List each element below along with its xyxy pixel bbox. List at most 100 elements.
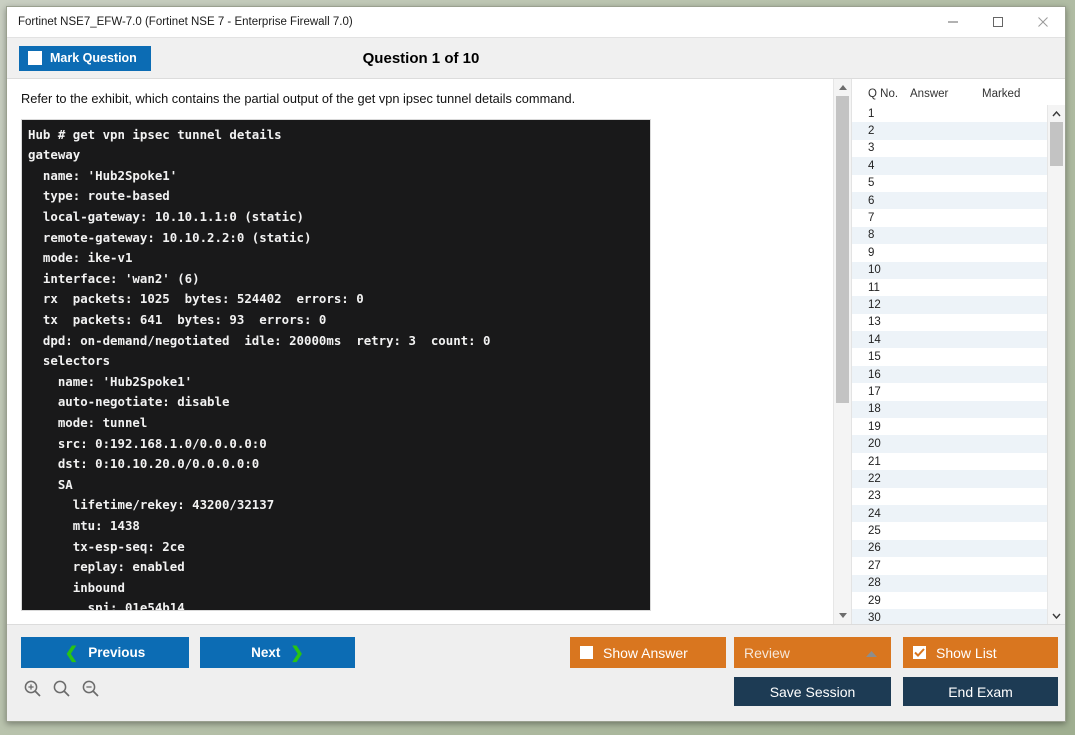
end-exam-label: End Exam (948, 684, 1013, 700)
table-row[interactable]: 28 (852, 575, 1047, 592)
cell-qno: 1 (852, 108, 909, 120)
scroll-down-button[interactable] (834, 607, 851, 624)
table-row[interactable]: 24 (852, 505, 1047, 522)
minimize-icon (947, 16, 959, 28)
table-row[interactable]: 4 (852, 157, 1047, 174)
cell-qno: 27 (852, 560, 909, 572)
cell-qno: 4 (852, 160, 909, 172)
close-button[interactable] (1020, 7, 1065, 37)
end-exam-button[interactable]: End Exam (903, 677, 1058, 706)
maximize-icon (992, 16, 1004, 28)
terminal-output: Hub # get vpn ipsec tunnel details gatew… (28, 125, 650, 611)
table-row[interactable]: 21 (852, 453, 1047, 470)
window-controls (930, 7, 1065, 37)
table-row[interactable]: 2 (852, 122, 1047, 139)
table-row[interactable]: 27 (852, 557, 1047, 574)
table-row[interactable]: 17 (852, 383, 1047, 400)
column-header-answer: Answer (910, 88, 982, 100)
footer-toolbar: ❮ Previous Next ❯ (7, 624, 1065, 721)
table-row[interactable]: 1 (852, 105, 1047, 122)
table-row[interactable]: 29 (852, 592, 1047, 609)
question-text: Refer to the exhibit, which contains the… (7, 79, 833, 108)
cell-qno: 7 (852, 212, 909, 224)
question-list-header: Q No. Answer Marked (852, 79, 1065, 105)
zoom-in-icon[interactable] (23, 679, 42, 703)
scroll-thumb[interactable] (836, 96, 849, 403)
zoom-tools (23, 679, 100, 703)
scroll-up-button[interactable] (834, 79, 851, 96)
table-row[interactable]: 13 (852, 314, 1047, 331)
cell-qno: 23 (852, 490, 909, 502)
table-row[interactable]: 23 (852, 488, 1047, 505)
cell-qno: 13 (852, 316, 909, 328)
column-header-marked: Marked (982, 88, 1052, 100)
cell-qno: 24 (852, 508, 909, 520)
table-row[interactable]: 5 (852, 175, 1047, 192)
list-scroll-track[interactable] (1048, 122, 1065, 607)
table-row[interactable]: 16 (852, 366, 1047, 383)
table-row[interactable]: 22 (852, 470, 1047, 487)
screen: Fortinet NSE7_EFW-7.0 (Fortinet NSE 7 - … (0, 0, 1075, 735)
chevron-left-icon: ❮ (65, 643, 78, 663)
table-row[interactable]: 20 (852, 435, 1047, 452)
cell-qno: 11 (852, 282, 909, 294)
column-header-qno: Q No. (852, 88, 910, 100)
table-row[interactable]: 8 (852, 227, 1047, 244)
save-session-label: Save Session (770, 684, 856, 700)
zoom-out-icon[interactable] (81, 679, 100, 703)
show-list-checkbox[interactable] (913, 646, 926, 659)
mark-question-checkbox[interactable] (28, 51, 42, 65)
table-row[interactable]: 6 (852, 192, 1047, 209)
table-row[interactable]: 26 (852, 540, 1047, 557)
table-row[interactable]: 14 (852, 331, 1047, 348)
save-session-button[interactable]: Save Session (734, 677, 891, 706)
chevron-down-icon (1052, 613, 1061, 619)
review-dropdown[interactable]: Review (734, 637, 891, 668)
scroll-track[interactable] (834, 96, 851, 607)
question-list-scrollbar[interactable] (1047, 105, 1065, 624)
mark-question-button[interactable]: Mark Question (19, 46, 151, 71)
list-scroll-thumb[interactable] (1050, 122, 1063, 166)
list-scroll-up-button[interactable] (1048, 105, 1065, 122)
show-answer-checkbox[interactable] (580, 646, 593, 659)
question-pane: Refer to the exhibit, which contains the… (7, 79, 833, 624)
zoom-reset-icon[interactable] (52, 679, 71, 703)
table-row[interactable]: 15 (852, 348, 1047, 365)
table-row[interactable]: 25 (852, 522, 1047, 539)
table-row[interactable]: 3 (852, 140, 1047, 157)
cell-qno: 10 (852, 264, 909, 276)
minimize-button[interactable] (930, 7, 975, 37)
table-row[interactable]: 11 (852, 279, 1047, 296)
table-row[interactable]: 9 (852, 244, 1047, 261)
chevron-up-icon (1052, 111, 1061, 117)
table-row[interactable]: 19 (852, 418, 1047, 435)
cell-qno: 8 (852, 229, 909, 241)
cell-qno: 19 (852, 421, 909, 433)
cell-qno: 20 (852, 438, 909, 450)
table-row[interactable]: 30 (852, 609, 1047, 624)
show-list-button[interactable]: Show List (903, 637, 1058, 668)
question-pane-scrollbar[interactable] (833, 79, 851, 624)
cell-qno: 21 (852, 456, 909, 468)
cell-qno: 2 (852, 125, 909, 137)
table-row[interactable]: 18 (852, 401, 1047, 418)
next-button[interactable]: Next ❯ (200, 637, 355, 668)
list-scroll-down-button[interactable] (1048, 607, 1065, 624)
mark-question-label: Mark Question (50, 51, 137, 65)
chevron-right-icon: ❯ (290, 643, 303, 663)
table-row[interactable]: 7 (852, 209, 1047, 226)
previous-label: Previous (88, 645, 145, 660)
cell-qno: 28 (852, 577, 909, 589)
cell-qno: 14 (852, 334, 909, 346)
previous-button[interactable]: ❮ Previous (21, 637, 189, 668)
table-row[interactable]: 12 (852, 296, 1047, 313)
cell-qno: 22 (852, 473, 909, 485)
page-title: Question 1 of 10 (7, 50, 1065, 67)
cell-qno: 5 (852, 177, 909, 189)
maximize-button[interactable] (975, 7, 1020, 37)
chevron-up-icon (839, 85, 847, 91)
window-title: Fortinet NSE7_EFW-7.0 (Fortinet NSE 7 - … (7, 16, 353, 28)
show-answer-button[interactable]: Show Answer (570, 637, 726, 668)
table-row[interactable]: 10 (852, 262, 1047, 279)
cell-qno: 3 (852, 142, 909, 154)
